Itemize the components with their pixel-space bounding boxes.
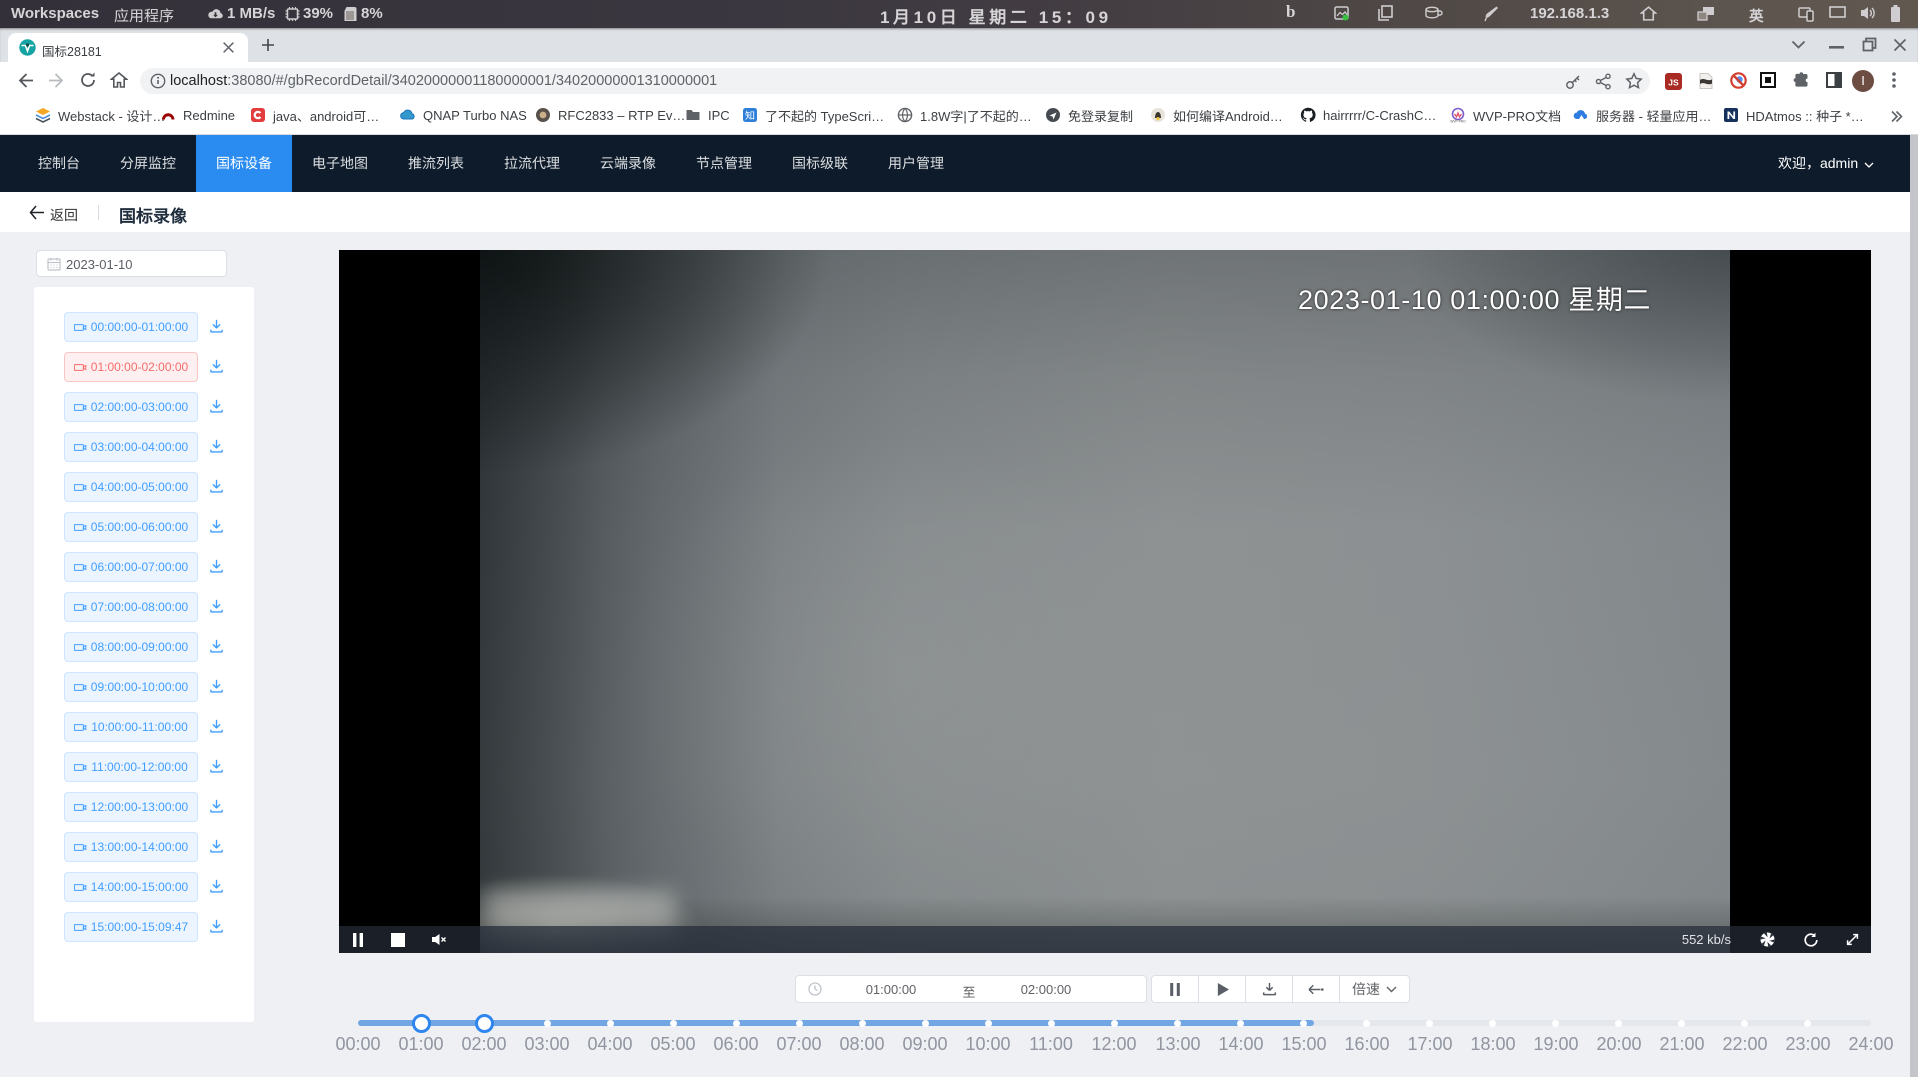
- svg-text:JS: JS: [1668, 78, 1679, 88]
- svg-text:WVP-PRO: WVP-PRO: [1450, 120, 1466, 123]
- svg-text:知: 知: [745, 110, 755, 122]
